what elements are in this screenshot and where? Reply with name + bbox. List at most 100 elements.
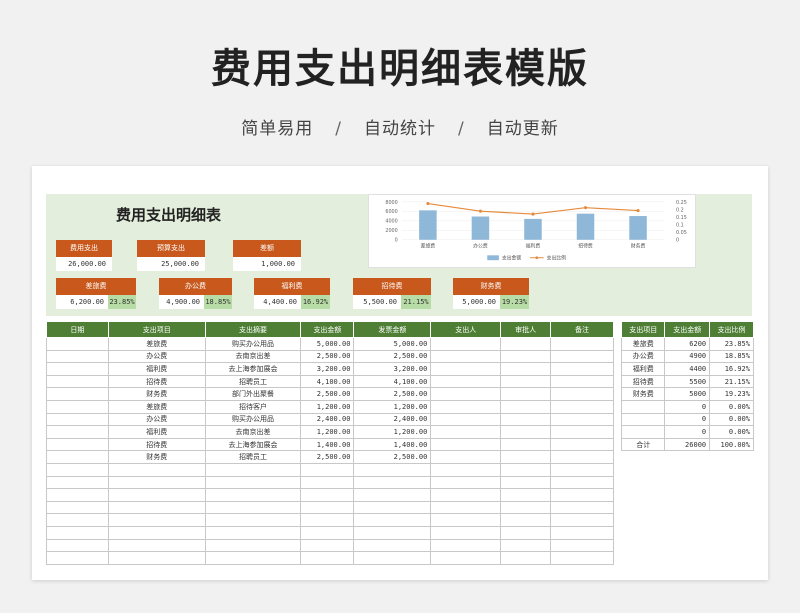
category-value[interactable]: 5,000.00 [453, 295, 500, 309]
detail-cell[interactable] [46, 337, 109, 351]
detail-cell[interactable] [107, 500, 206, 515]
summary-cell[interactable]: 100.00% [709, 437, 754, 452]
detail-cell[interactable] [204, 513, 302, 527]
detail-cell[interactable]: 差旅费 [107, 337, 206, 351]
detail-cell[interactable] [204, 488, 302, 502]
detail-header[interactable]: 支出金额 [300, 321, 355, 338]
detail-cell[interactable] [500, 475, 552, 490]
detail-cell[interactable] [204, 500, 302, 515]
detail-cell[interactable] [107, 525, 206, 540]
category-value[interactable]: 4,900.00 [159, 295, 204, 309]
detail-cell[interactable] [107, 488, 206, 502]
summary-cell[interactable]: 财务费 [620, 387, 666, 401]
detail-cell[interactable] [430, 475, 502, 490]
detail-cell[interactable] [107, 551, 206, 565]
summary-cell[interactable]: 4900 [664, 349, 711, 364]
summary-cell[interactable]: 23.85% [709, 337, 754, 351]
detail-cell[interactable] [107, 475, 206, 490]
detail-cell[interactable] [46, 362, 109, 376]
detail-cell[interactable] [430, 551, 502, 565]
detail-cell[interactable]: 购买办公用品 [204, 337, 302, 351]
detail-cell[interactable] [500, 525, 552, 540]
detail-cell[interactable] [550, 488, 614, 502]
summary-cell[interactable]: 0 [664, 425, 711, 439]
detail-cell[interactable]: 2,400.00 [300, 412, 355, 427]
category-value[interactable]: 4,400.00 [254, 295, 301, 309]
detail-cell[interactable] [430, 362, 502, 376]
detail-header[interactable]: 支出人 [430, 321, 502, 338]
expense-chart[interactable]: 8000 6000 4000 2000 0 0.25 0.2 0.15 0.1 0.05 0 差旅费 办… [368, 194, 696, 268]
detail-cell[interactable]: 2,500.00 [353, 387, 432, 401]
detail-header[interactable]: 支出摘要 [204, 321, 302, 338]
detail-cell[interactable] [500, 337, 552, 351]
summary-cell[interactable]: 4400 [664, 362, 711, 376]
detail-cell[interactable] [430, 450, 502, 464]
category-percent[interactable]: 19.23% [500, 295, 529, 309]
detail-cell[interactable] [300, 475, 355, 490]
detail-cell[interactable] [550, 450, 614, 464]
detail-cell[interactable]: 财务费 [107, 387, 206, 401]
detail-cell[interactable] [550, 437, 614, 452]
detail-cell[interactable] [46, 538, 109, 553]
detail-cell[interactable] [46, 551, 109, 565]
detail-cell[interactable]: 招待客户 [204, 399, 302, 414]
summary-cell[interactable]: 5500 [664, 374, 711, 389]
detail-cell[interactable]: 5,000.00 [353, 337, 432, 351]
detail-cell[interactable] [204, 462, 302, 477]
detail-cell[interactable] [430, 387, 502, 401]
summary-cell[interactable]: 办公费 [620, 349, 666, 364]
detail-cell[interactable]: 2,500.00 [300, 387, 355, 401]
detail-header[interactable]: 发票金额 [353, 321, 432, 338]
detail-cell[interactable] [300, 462, 355, 477]
detail-cell[interactable] [500, 437, 552, 452]
detail-cell[interactable] [300, 513, 355, 527]
summary-cell[interactable] [620, 399, 666, 414]
category-value[interactable]: 5,500.00 [353, 295, 401, 309]
detail-cell[interactable] [430, 437, 502, 452]
category-value[interactable]: 6,200.00 [56, 295, 108, 309]
summary-cell[interactable]: 差旅费 [620, 337, 666, 351]
detail-cell[interactable] [550, 551, 614, 565]
detail-cell[interactable]: 差旅费 [107, 399, 206, 414]
detail-cell[interactable] [500, 349, 552, 364]
detail-cell[interactable] [550, 462, 614, 477]
detail-cell[interactable]: 招待费 [107, 437, 206, 452]
summary-cell[interactable] [620, 412, 666, 427]
detail-cell[interactable] [550, 412, 614, 427]
detail-cell[interactable] [500, 462, 552, 477]
detail-cell[interactable] [300, 551, 355, 565]
detail-cell[interactable] [430, 513, 502, 527]
detail-cell[interactable] [46, 425, 109, 439]
kpi-value-budget[interactable]: 25,000.00 [137, 257, 205, 271]
detail-cell[interactable]: 购买办公用品 [204, 412, 302, 427]
detail-cell[interactable]: 1,200.00 [300, 399, 355, 414]
detail-cell[interactable]: 5,000.00 [300, 337, 355, 351]
detail-cell[interactable] [430, 425, 502, 439]
detail-cell[interactable] [550, 475, 614, 490]
summary-header[interactable]: 支出比例 [709, 321, 754, 338]
detail-cell[interactable] [430, 462, 502, 477]
detail-cell[interactable] [353, 462, 432, 477]
detail-cell[interactable] [500, 488, 552, 502]
detail-cell[interactable] [430, 337, 502, 351]
detail-cell[interactable]: 财务费 [107, 450, 206, 464]
detail-cell[interactable] [46, 475, 109, 490]
detail-cell[interactable] [550, 362, 614, 376]
detail-cell[interactable] [353, 500, 432, 515]
detail-cell[interactable] [430, 538, 502, 553]
summary-cell[interactable]: 18.85% [709, 349, 754, 364]
detail-cell[interactable] [46, 450, 109, 464]
summary-cell[interactable]: 合计 [620, 437, 666, 452]
detail-cell[interactable]: 1,400.00 [300, 437, 355, 452]
detail-header[interactable]: 备注 [550, 321, 614, 338]
detail-cell[interactable] [300, 525, 355, 540]
detail-cell[interactable] [353, 538, 432, 553]
detail-cell[interactable]: 2,500.00 [353, 450, 432, 464]
summary-cell[interactable]: 0.00% [709, 412, 754, 427]
detail-cell[interactable] [204, 525, 302, 540]
detail-cell[interactable] [204, 475, 302, 490]
detail-cell[interactable]: 4,100.00 [353, 374, 432, 389]
detail-cell[interactable]: 去上海参加展会 [204, 362, 302, 376]
summary-cell[interactable]: 16.92% [709, 362, 754, 376]
summary-cell[interactable]: 福利费 [620, 362, 666, 376]
